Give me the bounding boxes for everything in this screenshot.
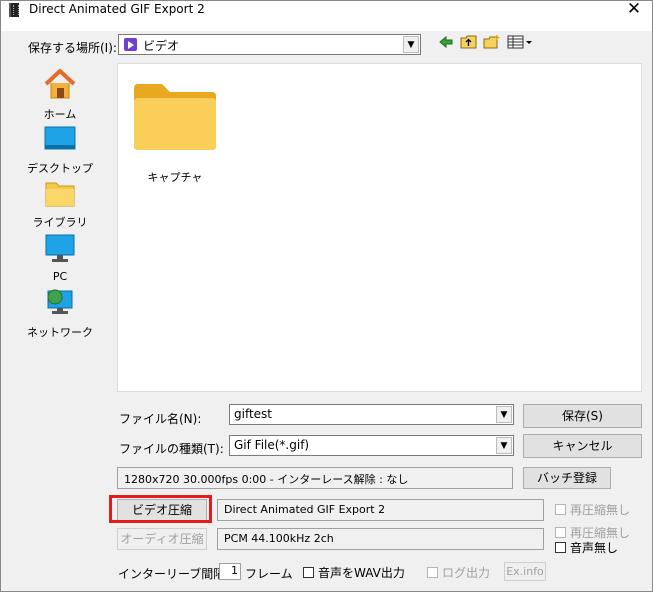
save-dialog: Direct Animated GIF Export 2 ✕ 保存する場所(I)… (0, 0, 653, 592)
video-recompress-checkbox[interactable]: 再圧縮無し (555, 501, 630, 518)
checkbox-box (555, 504, 566, 515)
folder-icon (134, 84, 216, 150)
checkbox-label: 音声無し (570, 541, 619, 555)
place-label: デスクトップ (27, 162, 93, 175)
location-combo[interactable]: ビデオ ▼ (118, 34, 421, 55)
place-pc[interactable]: PC (25, 233, 95, 283)
places-bar: ホーム デスクトップ ライブラリ PC ネットワーク (25, 63, 95, 393)
wav-output-checkbox[interactable]: 音声をWAV出力 (303, 564, 405, 581)
new-folder-icon[interactable] (483, 34, 501, 50)
app-film-icon (9, 3, 19, 17)
home-icon (44, 69, 76, 99)
title-bar: Direct Animated GIF Export 2 ✕ (1, 0, 652, 31)
log-output-checkbox[interactable]: ログ出力 (427, 564, 490, 581)
cancel-button[interactable]: キャンセル (523, 434, 642, 458)
chevron-down-icon[interactable]: ▼ (496, 437, 512, 454)
close-button[interactable]: ✕ (620, 0, 648, 20)
filename-input[interactable]: giftest ▼ (229, 404, 514, 425)
save-button[interactable]: 保存(S) (523, 404, 642, 428)
location-label: 保存する場所(I): (28, 41, 117, 55)
place-label: ネットワーク (27, 326, 93, 339)
audio-compress-button[interactable]: オーディオ圧縮 (117, 528, 207, 550)
back-arrow-icon[interactable] (438, 34, 454, 50)
checkbox-label: 音声をWAV出力 (318, 566, 405, 580)
file-list[interactable]: キャプチャ (117, 63, 642, 392)
checkbox-label: ログ出力 (442, 566, 491, 580)
list-item[interactable]: キャプチャ (130, 82, 220, 185)
network-icon (47, 289, 73, 314)
checkbox-box (303, 567, 314, 578)
exinfo-button[interactable]: Ex.info (504, 562, 546, 581)
place-network[interactable]: ネットワーク (25, 287, 95, 340)
video-compress-button[interactable]: ビデオ圧縮 (117, 499, 207, 521)
filename-label: ファイル名(N): (119, 412, 202, 426)
place-home[interactable]: ホーム (25, 67, 95, 122)
filetype-label: ファイルの種類(T): (119, 442, 224, 456)
checkbox-box (555, 542, 566, 553)
place-label: ホーム (43, 108, 77, 121)
library-folder-icon (45, 182, 75, 207)
filename-value: giftest (234, 407, 273, 421)
no-audio-checkbox[interactable]: 音声無し (555, 539, 618, 556)
checkbox-label: 再圧縮無し (570, 526, 631, 540)
interleave-label: インターリーブ間隔 : (118, 567, 234, 581)
chevron-down-icon[interactable]: ▼ (496, 406, 512, 423)
place-label: PC (52, 270, 68, 283)
filetype-select[interactable]: Gif File(*.gif) ▼ (229, 435, 514, 456)
location-value: ビデオ (143, 39, 180, 53)
filetype-value: Gif File(*.gif) (234, 438, 310, 452)
video-codec-field: Direct Animated GIF Export 2 (217, 499, 544, 521)
window-title: Direct Animated GIF Export 2 (29, 2, 205, 16)
video-info-field: 1280x720 30.000fps 0:00 - インターレース解除 : なし (117, 467, 513, 489)
checkbox-label: 再圧縮無し (570, 503, 631, 517)
interleave-input[interactable]: 1 (219, 563, 241, 580)
checkbox-box (555, 527, 566, 538)
pc-icon (45, 234, 75, 262)
up-folder-icon[interactable] (460, 34, 478, 50)
audio-codec-field: PCM 44.100kHz 2ch (217, 528, 544, 550)
batch-register-button[interactable]: バッチ登録 (523, 467, 611, 489)
place-label: ライブラリ (32, 216, 88, 229)
desktop-icon (44, 126, 76, 150)
chevron-down-icon[interactable]: ▼ (403, 36, 419, 53)
checkbox-box (427, 567, 438, 578)
view-menu-icon[interactable] (507, 34, 533, 50)
file-name: キャプチャ (147, 171, 203, 184)
interleave-unit: フレーム (245, 567, 293, 581)
place-library[interactable]: ライブラリ (25, 179, 95, 230)
place-desktop[interactable]: デスクトップ (25, 125, 95, 176)
video-folder-icon (124, 38, 137, 51)
